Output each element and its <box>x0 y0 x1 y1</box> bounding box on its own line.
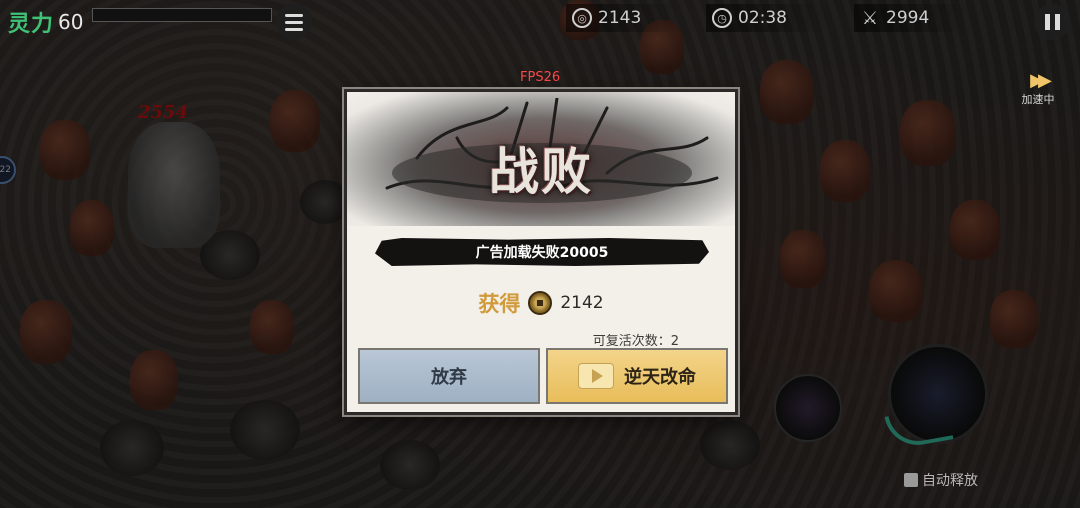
give-up-label: 放弃 <box>431 367 467 388</box>
menu-icon <box>285 27 303 31</box>
pause-button[interactable] <box>1034 4 1070 40</box>
menu-button[interactable] <box>276 4 312 40</box>
menu-icon <box>285 20 303 24</box>
auto-release-label: 自动释放 <box>922 473 978 489</box>
coin-icon: ◎ <box>572 8 592 28</box>
spirit-bar-group: 灵力 60 <box>0 0 280 44</box>
defeat-dialog: 战败 广告加载失败20005 获得 2142 可复活次数：2 放弃 逆天改命 <box>344 89 738 415</box>
speed-label: 加速中 <box>1021 93 1055 106</box>
toast-message: 广告加载失败20005 <box>375 238 709 266</box>
fast-forward-icon: ▶▶ <box>1030 70 1052 91</box>
currency-value: 2143 <box>598 8 642 28</box>
revive-count: 可复活次数：2 <box>592 334 679 349</box>
checkbox-icon <box>904 473 918 487</box>
reward-value: 2142 <box>560 293 604 313</box>
spirit-value: 60 <box>58 10 84 34</box>
dialog-header: 战败 <box>347 92 735 226</box>
revive-button[interactable]: 逆天改命 <box>546 348 728 404</box>
menu-icon <box>285 13 303 17</box>
reward-row: 获得 2142 <box>347 288 735 318</box>
toast-message-text: 广告加载失败20005 <box>475 245 609 261</box>
speed-toggle[interactable]: ▶▶ 加速中 <box>1018 70 1058 107</box>
spirit-label: 灵力 <box>8 11 55 37</box>
video-play-icon <box>578 363 614 389</box>
revive-label: 逆天改命 <box>624 367 696 388</box>
defeat-title: 战败 <box>489 142 593 201</box>
spirit-gauge <box>92 8 272 22</box>
give-up-button[interactable]: 放弃 <box>358 348 540 404</box>
currency-display: ◎ 2143 <box>566 4 682 32</box>
kill-count-value: 2994 <box>886 8 930 28</box>
crossed-swords-icon: ⚔ <box>861 7 879 29</box>
auto-release-toggle[interactable]: 自动释放 <box>904 470 978 490</box>
coin-icon <box>528 291 553 315</box>
pause-icon <box>1054 14 1060 30</box>
pause-icon <box>1044 14 1050 30</box>
reward-label: 获得 <box>478 291 521 316</box>
timer-value: 02:38 <box>738 8 787 28</box>
timer-display: ◷ 02:38 <box>706 4 827 32</box>
fps-counter: FPS26 <box>520 70 561 85</box>
kill-count-display: ⚔ 2994 <box>854 4 970 32</box>
clock-icon: ◷ <box>712 8 732 28</box>
